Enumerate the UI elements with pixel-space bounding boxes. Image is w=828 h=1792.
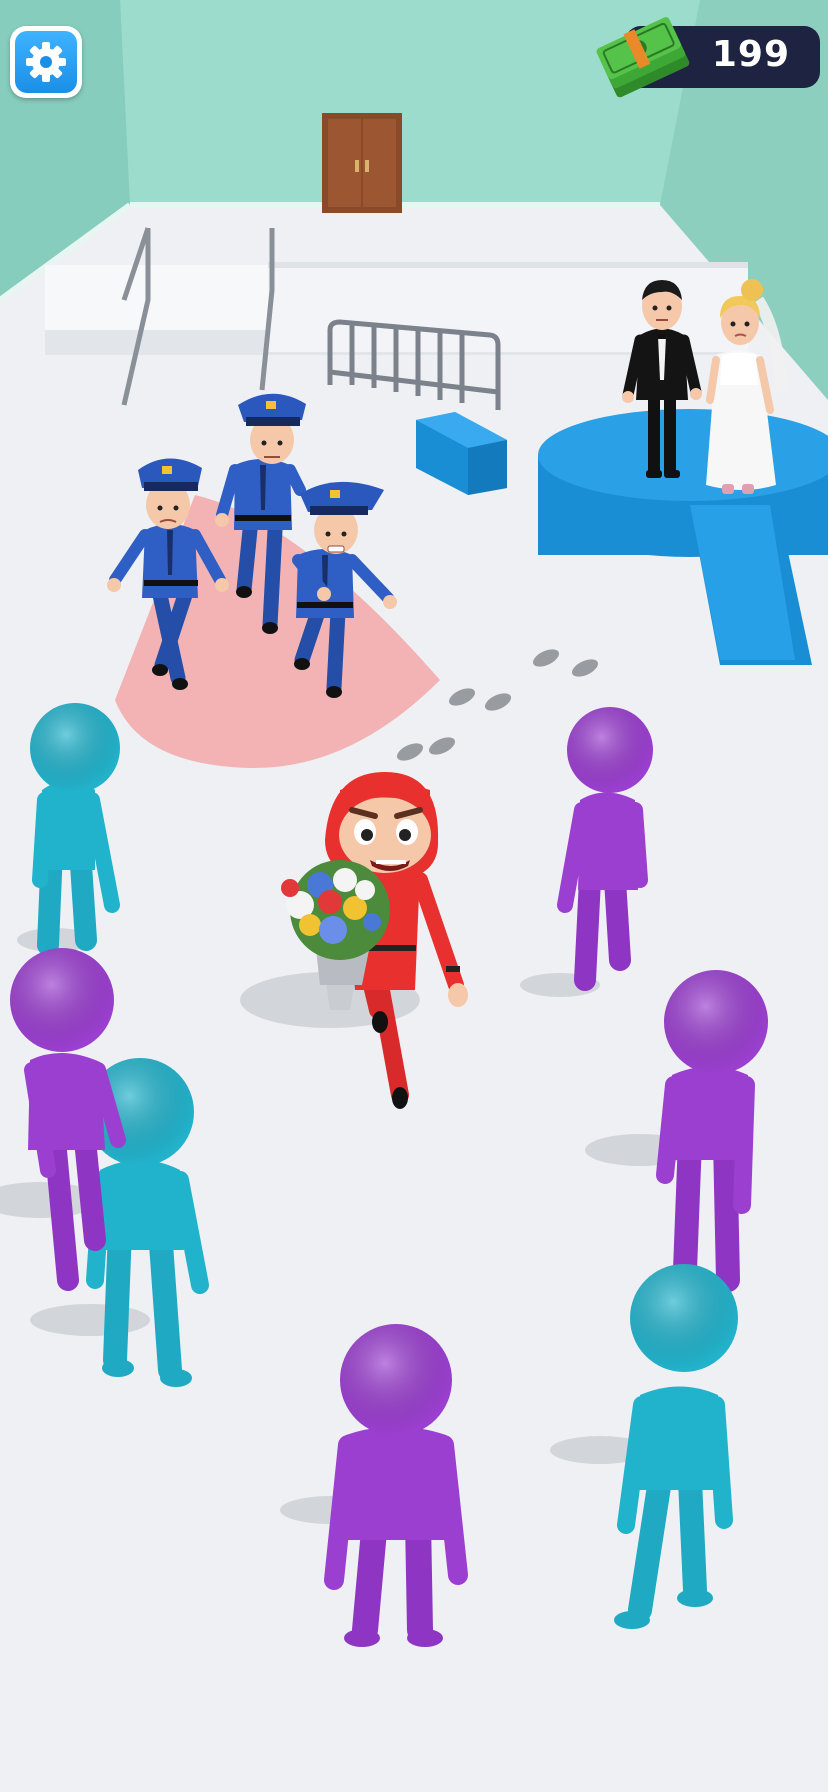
money-amount: 199 (711, 34, 790, 75)
settings-button[interactable] (10, 26, 82, 98)
door (322, 113, 402, 213)
game-stage[interactable]: 199 (0, 0, 828, 1792)
game-scene (0, 0, 828, 1792)
gear-icon (26, 42, 66, 82)
cash-stack-icon (596, 17, 690, 98)
